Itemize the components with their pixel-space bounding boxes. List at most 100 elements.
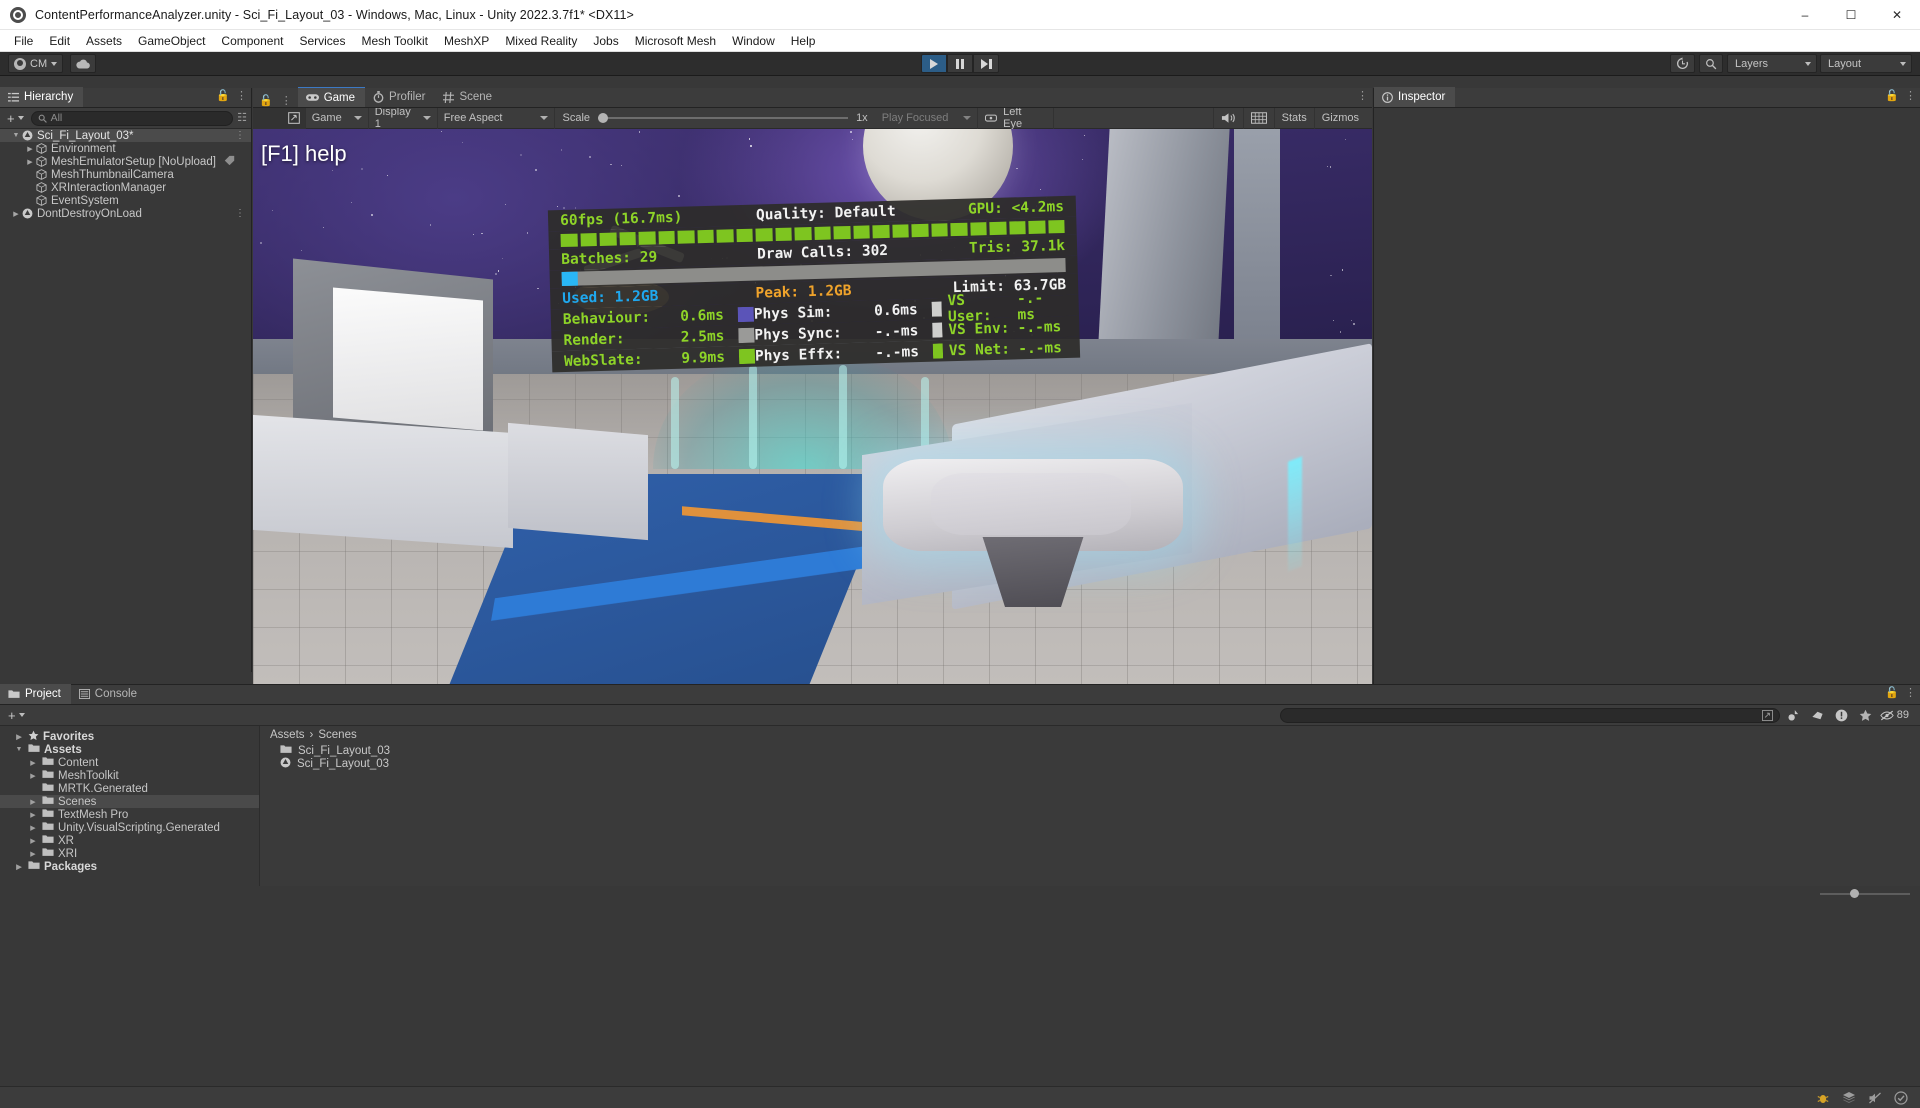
scale-slider-track[interactable] — [598, 113, 849, 123]
project-folder-tree[interactable]: ▶Favorites▼Assets▶Content▶MeshToolkit▶MR… — [0, 726, 260, 886]
hierarchy-item-meshemulatorsetup-noupload[interactable]: ▶ MeshEmulatorSetup [NoUpload] — [0, 155, 251, 168]
row-menu-icon[interactable]: ⋮ — [235, 130, 245, 141]
menu-assets[interactable]: Assets — [78, 30, 130, 52]
kebab-menu-icon[interactable]: ⋮ — [236, 91, 247, 102]
warning-icon[interactable] — [1832, 707, 1852, 724]
tab-inspector[interactable]: Inspector — [1374, 87, 1456, 107]
project-tree-item-textmesh-pro[interactable]: ▶ TextMesh Pro — [0, 808, 259, 821]
project-add-button[interactable]: + — [5, 708, 28, 723]
project-zoom-slider[interactable] — [0, 886, 1920, 902]
check-circle-icon[interactable] — [1894, 1090, 1908, 1105]
hierarchy-item-dontdestroyonload[interactable]: ▶ DontDestroyOnLoad ⋮ — [0, 207, 251, 220]
zoom-slider-knob[interactable] — [1850, 889, 1859, 898]
menu-help[interactable]: Help — [783, 30, 824, 52]
kebab-menu-icon[interactable]: ⋮ — [1905, 91, 1916, 102]
menu-edit[interactable]: Edit — [41, 30, 78, 52]
game-render-canvas[interactable]: [F1] help 60fps (16.7ms) Quality: Defaul… — [253, 129, 1372, 704]
maximize-on-play-icon[interactable] — [287, 112, 300, 124]
hierarchy-item-sci-fi-layout-03[interactable]: ▼ Sci_Fi_Layout_03* ⋮ — [0, 129, 251, 142]
asset-item[interactable]: Sci_Fi_Layout_03 — [260, 757, 1920, 770]
disclosure-triangle-icon[interactable]: ▶ — [28, 837, 38, 845]
zoom-slider-track[interactable] — [1820, 889, 1910, 898]
gameview-mute-button[interactable] — [1212, 107, 1243, 129]
gameview-aspect-dropdown[interactable]: Free Aspect — [438, 107, 555, 129]
project-tree-item-assets[interactable]: ▼ Assets — [0, 743, 259, 756]
menu-microsoft-mesh[interactable]: Microsoft Mesh — [627, 30, 724, 52]
layers-dropdown[interactable]: Layers — [1727, 54, 1817, 73]
disclosure-triangle-icon[interactable]: ▼ — [10, 132, 22, 139]
hierarchy-filter-icon[interactable]: ☷ — [237, 112, 247, 124]
gameview-scale-slider[interactable]: Scale 1x — [555, 112, 876, 124]
gameview-stats-button[interactable]: Stats — [1273, 107, 1314, 129]
gameview-playfocus-dropdown[interactable]: Play Focused — [876, 108, 978, 129]
disclosure-triangle-icon[interactable]: ▶ — [28, 759, 38, 767]
tab-game[interactable]: Game — [297, 87, 366, 107]
project-tree-item-scenes[interactable]: ▶ Scenes — [0, 795, 259, 808]
layout-dropdown[interactable]: Layout — [1820, 54, 1912, 73]
asset-list[interactable]: Sci_Fi_Layout_03 Sci_Fi_Layout_03 — [260, 744, 1920, 770]
project-asset-browser[interactable]: Assets › Scenes Sci_Fi_Layout_03 Sci_Fi_L… — [260, 726, 1920, 886]
menu-file[interactable]: File — [6, 30, 41, 52]
project-tree-item-mrtk-generated[interactable]: ▶MRTK.Generated — [0, 782, 259, 795]
disclosure-triangle-icon[interactable]: ▶ — [28, 772, 38, 780]
menu-window[interactable]: Window — [724, 30, 783, 52]
project-tree-item-meshtoolkit[interactable]: ▶ MeshToolkit — [0, 769, 259, 782]
breadcrumb-scenes[interactable]: Scenes — [318, 729, 356, 741]
preview-icon[interactable] — [1784, 707, 1804, 724]
scale-slider-knob[interactable] — [598, 113, 609, 123]
stack-icon[interactable] — [1842, 1091, 1856, 1105]
kebab-menu-icon[interactable]: ⋮ — [281, 94, 292, 107]
hierarchy-item-meshthumbnailcamera[interactable]: ▶MeshThumbnailCamera — [0, 168, 251, 181]
project-tree-item-xr[interactable]: ▶ XR — [0, 834, 259, 847]
disclosure-triangle-icon[interactable]: ▶ — [24, 145, 36, 153]
menu-jobs[interactable]: Jobs — [585, 30, 626, 52]
disclosure-triangle-icon[interactable]: ▶ — [28, 824, 38, 832]
minimize-button[interactable]: – — [1782, 0, 1828, 30]
mute-icon[interactable] — [1868, 1091, 1882, 1105]
disclosure-triangle-icon[interactable]: ▶ — [14, 863, 24, 871]
menu-services[interactable]: Services — [291, 30, 353, 52]
close-button[interactable]: ✕ — [1874, 0, 1920, 30]
row-menu-icon[interactable]: ⋮ — [235, 208, 245, 219]
account-button[interactable]: CM — [8, 54, 64, 73]
lock-icon[interactable]: 🔓 — [1885, 91, 1899, 102]
menu-component[interactable]: Component — [213, 30, 291, 52]
hierarchy-add-button[interactable]: + — [4, 111, 27, 126]
project-tree-item-content[interactable]: ▶ Content — [0, 756, 259, 769]
project-search-input[interactable] — [1279, 707, 1780, 723]
disclosure-triangle-icon[interactable]: ▶ — [14, 733, 24, 741]
gameview-display-dropdown[interactable]: Display 1 — [369, 106, 438, 130]
label-icon[interactable] — [1808, 707, 1828, 724]
undo-history-button[interactable] — [1670, 54, 1695, 73]
favorite-star-icon[interactable] — [1856, 707, 1876, 724]
disclosure-triangle-icon[interactable]: ▶ — [24, 158, 36, 166]
lock-icon[interactable]: 🔓 — [216, 91, 230, 102]
disclosure-triangle-icon[interactable]: ▶ — [28, 798, 38, 806]
maximize-button[interactable]: ☐ — [1828, 0, 1874, 30]
cloud-services-button[interactable] — [70, 54, 97, 73]
disclosure-triangle-icon[interactable]: ▶ — [28, 850, 38, 858]
kebab-menu-icon[interactable]: ⋮ — [1905, 688, 1916, 699]
save-search-icon[interactable] — [1761, 709, 1773, 721]
lock-icon[interactable]: 🔓 — [1885, 688, 1899, 699]
menu-meshxp[interactable]: MeshXP — [436, 30, 497, 52]
project-tree-item-xri[interactable]: ▶ XRI — [0, 847, 259, 860]
hierarchy-item-environment[interactable]: ▶ Environment — [0, 142, 251, 155]
project-tree-item-unity-visualscripting-generated[interactable]: ▶ Unity.VisualScripting.Generated — [0, 821, 259, 834]
tab-profiler[interactable]: Profiler — [365, 87, 435, 107]
hierarchy-search-input[interactable]: All — [30, 110, 234, 126]
gameview-view-dropdown[interactable]: Game — [306, 107, 369, 129]
tab-hierarchy[interactable]: Hierarchy — [0, 87, 84, 107]
asset-item[interactable]: Sci_Fi_Layout_03 — [260, 744, 1920, 757]
disclosure-triangle-icon[interactable]: ▶ — [28, 811, 38, 819]
kebab-menu-icon[interactable]: ⋮ — [1357, 91, 1368, 102]
tab-project[interactable]: Project — [0, 684, 71, 704]
gameview-gizmos-dropdown[interactable]: Gizmos — [1313, 107, 1372, 129]
bug-icon[interactable] — [1816, 1091, 1830, 1105]
breadcrumb-assets[interactable]: Assets — [270, 729, 305, 741]
gameview-framedebug-button[interactable] — [1242, 107, 1274, 129]
gameview-eye-dropdown[interactable]: Left Eye — [977, 106, 1053, 130]
hidden-count-indicator[interactable]: 89 — [1880, 707, 1909, 724]
pause-button[interactable] — [947, 54, 973, 73]
tab-console[interactable]: Console — [71, 684, 147, 704]
